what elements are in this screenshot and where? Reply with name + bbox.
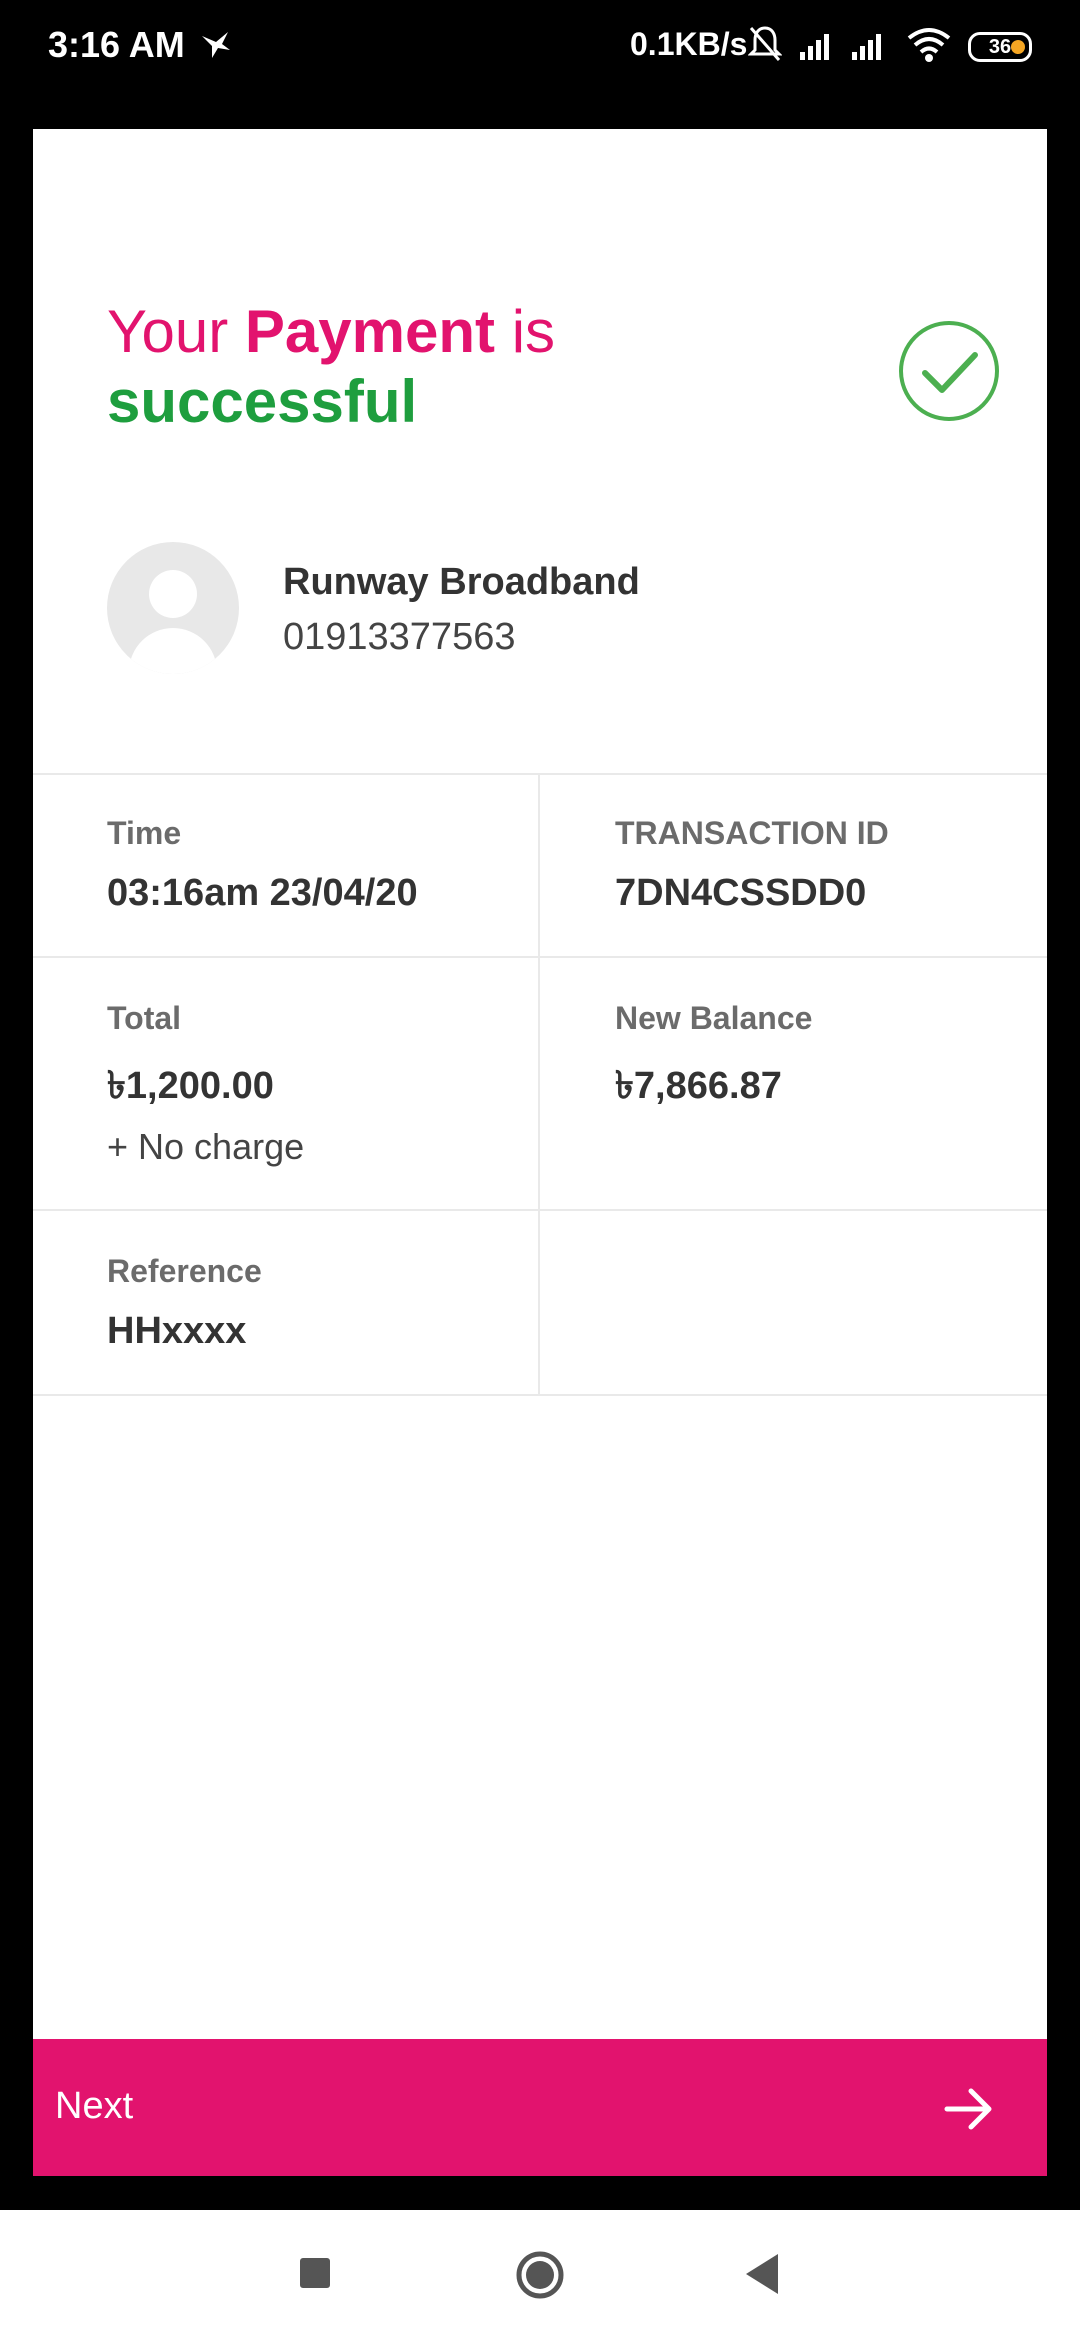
- heading-suffix: is: [511, 298, 556, 365]
- user-avatar-icon: [107, 542, 239, 674]
- battery-charge-dot: [1011, 40, 1025, 54]
- reference-label: Reference: [107, 1253, 262, 1289]
- new-balance-value: ৳7,866.87: [615, 1065, 782, 1107]
- divider: [33, 1209, 1047, 1211]
- check-circle-icon: [899, 321, 999, 421]
- wifi-icon: [907, 28, 951, 62]
- heading-prefix: Your: [107, 298, 229, 365]
- divider: [33, 956, 1047, 958]
- recipient-name: Runway Broadband: [283, 561, 640, 603]
- reference-value: HHxxxx: [107, 1310, 247, 1352]
- system-nav-bar: [0, 2210, 1080, 2340]
- signal-icon: [852, 34, 881, 60]
- divider: [538, 773, 540, 1396]
- divider: [33, 1394, 1047, 1396]
- charge-note: + No charge: [107, 1126, 305, 1167]
- recents-square-icon[interactable]: [300, 2258, 330, 2288]
- heading-highlight: Payment: [244, 298, 496, 365]
- next-button[interactable]: Next: [33, 2039, 1047, 2176]
- signal-icon: [800, 34, 829, 60]
- new-balance-label: New Balance: [615, 1000, 813, 1036]
- avatar-head: [149, 570, 197, 618]
- status-time: 3:16 AM: [48, 24, 185, 65]
- network-speed: 0.1KB/s: [630, 26, 748, 62]
- back-triangle-icon[interactable]: [742, 2252, 782, 2296]
- transaction-id-value: 7DN4CSSDD0: [615, 872, 867, 914]
- arrow-right-icon: [944, 2088, 992, 2130]
- total-label: Total: [107, 1000, 182, 1036]
- next-button-label: Next: [55, 2085, 134, 2127]
- home-circle-icon[interactable]: [515, 2250, 565, 2300]
- battery-level: 36: [988, 36, 1012, 58]
- battery-icon: 36: [968, 32, 1032, 62]
- divider: [33, 773, 1047, 775]
- recipient-number: 01913377563: [283, 616, 516, 658]
- time-label: Time: [107, 815, 182, 851]
- heading-status-word: successful: [107, 368, 418, 435]
- total-value: ৳1,200.00: [107, 1065, 274, 1107]
- status-bar: 3:16 AM 0.1KB/s 36: [0, 0, 1080, 100]
- payment-status-heading: Your Payment is successful: [107, 297, 555, 437]
- payment-receipt-card: Your Payment is successful Runway Broadb…: [33, 129, 1047, 2176]
- bird-icon: [202, 32, 230, 58]
- avatar-body: [129, 628, 217, 674]
- mute-bell-icon: [748, 26, 782, 61]
- time-value: 03:16am 23/04/20: [107, 872, 418, 914]
- transaction-id-label: TRANSACTION ID: [615, 815, 889, 851]
